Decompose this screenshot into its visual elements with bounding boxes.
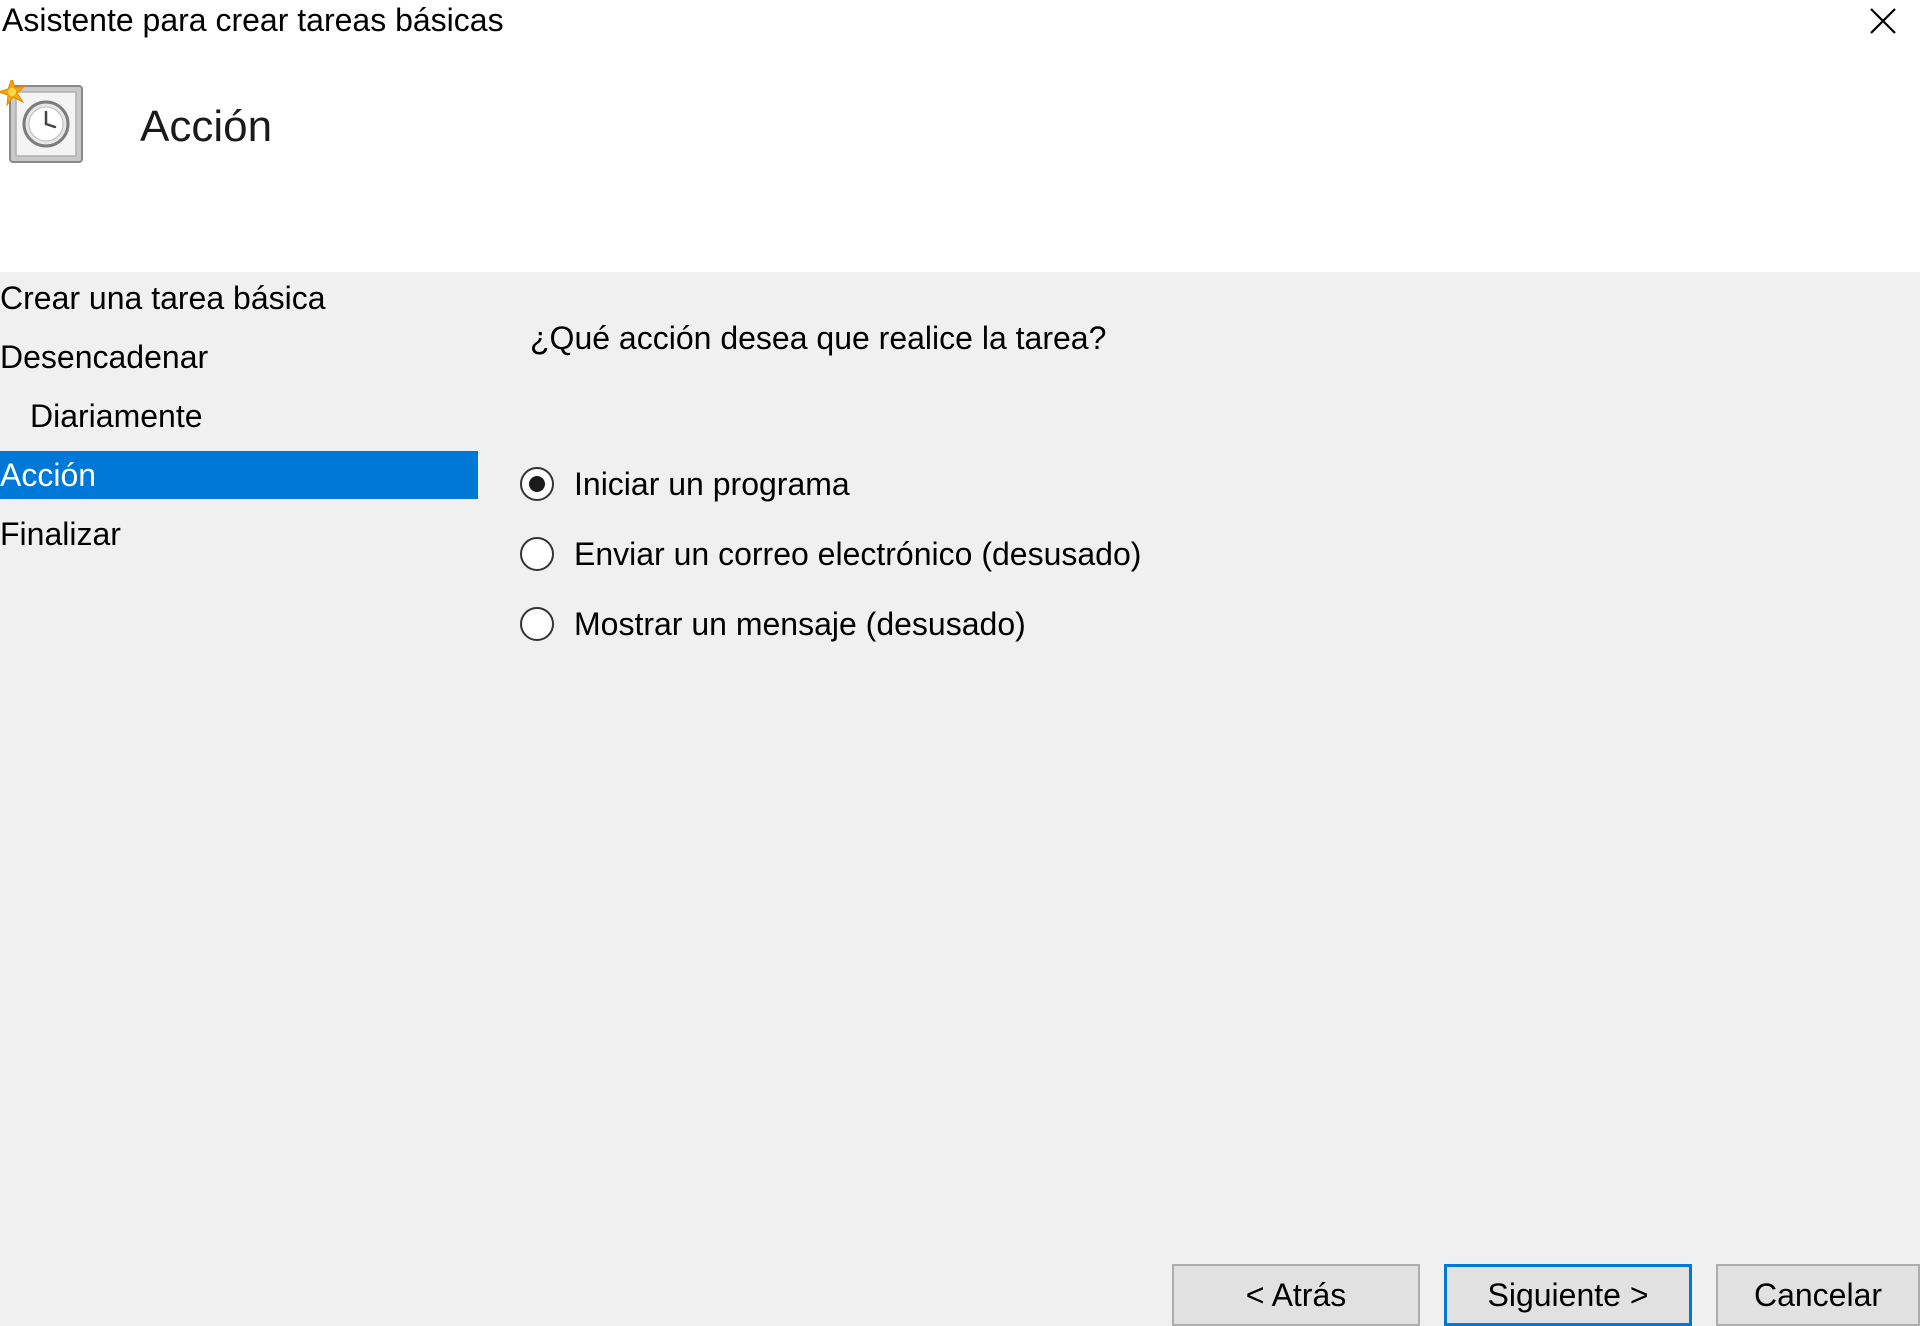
option-start-program[interactable]: Iniciar un programa	[520, 459, 850, 509]
page-title: Acción	[140, 102, 273, 151]
step-create-basic-task[interactable]: Crear una tarea básica	[0, 274, 478, 322]
step-finish[interactable]: Finalizar	[0, 510, 478, 558]
radio-show-message[interactable]	[520, 607, 554, 641]
action-question: ¿Qué acción desea que realice la tarea?	[530, 320, 1107, 356]
back-button[interactable]: < Atrás	[1172, 1264, 1420, 1326]
task-scheduler-icon	[0, 76, 86, 166]
option-label: Mostrar un mensaje (desusado)	[574, 606, 1026, 642]
cancel-button[interactable]: Cancelar	[1716, 1264, 1920, 1326]
window-title: Asistente para crear tareas básicas	[2, 2, 504, 38]
radio-send-email[interactable]	[520, 537, 554, 571]
option-send-email[interactable]: Enviar un correo electrónico (desusado)	[520, 529, 1141, 579]
wizard-header: Asistente para crear tareas básicas Acci…	[0, 0, 1920, 272]
close-button[interactable]	[1860, 0, 1906, 42]
option-show-message[interactable]: Mostrar un mensaje (desusado)	[520, 599, 1026, 649]
option-label: Enviar un correo electrónico (desusado)	[574, 536, 1142, 572]
radio-start-program[interactable]	[520, 467, 554, 501]
close-icon	[1870, 8, 1896, 34]
step-trigger[interactable]: Desencadenar	[0, 333, 478, 381]
option-label: Iniciar un programa	[574, 466, 850, 502]
step-action[interactable]: Acción	[0, 451, 478, 499]
step-daily[interactable]: Diariamente	[0, 392, 478, 440]
next-button[interactable]: Siguiente >	[1444, 1264, 1692, 1326]
